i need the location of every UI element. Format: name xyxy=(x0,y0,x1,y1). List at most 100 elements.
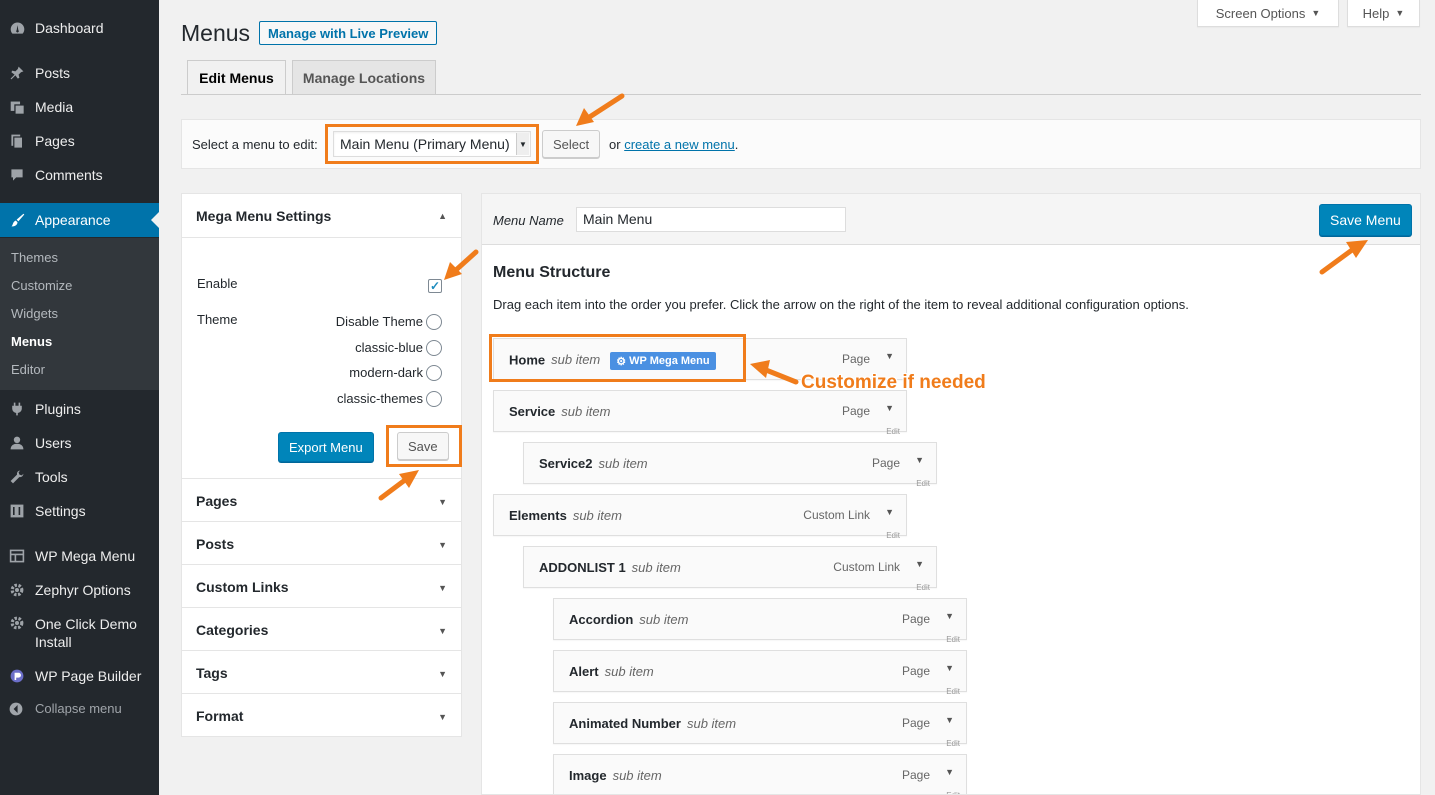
sub-item-label: sub item xyxy=(572,508,622,523)
theme-option-label: modern-dark xyxy=(349,365,423,380)
sidebar-item-posts[interactable]: Posts xyxy=(0,56,159,90)
caret-down-icon[interactable]: ▼ xyxy=(945,611,954,621)
edit-link[interactable]: Edit xyxy=(886,427,900,436)
dashboard-icon xyxy=(8,19,26,37)
or-text: or xyxy=(609,137,621,152)
sidebar-item-tools[interactable]: Tools xyxy=(0,460,159,494)
create-new-menu-link[interactable]: create a new menu xyxy=(624,137,735,152)
accordion-format[interactable]: Format xyxy=(196,708,243,724)
sub-item-label: sub item xyxy=(686,716,737,731)
edit-link[interactable]: Edit xyxy=(946,635,960,644)
live-preview-button[interactable]: Manage with Live Preview xyxy=(259,21,438,45)
edit-link[interactable]: Edit xyxy=(946,739,960,748)
caret-down-icon[interactable]: ▼ xyxy=(945,663,954,673)
menu-item[interactable]: Service sub item Page ▼ Edit xyxy=(493,390,907,436)
collapse-menu-button[interactable]: Collapse menu xyxy=(0,698,159,720)
submenu-item-customize[interactable]: Customize xyxy=(11,278,72,293)
menu-item[interactable]: Accordion sub item Page ▼ Edit xyxy=(553,598,967,644)
sidebar-item-users[interactable]: Users xyxy=(0,426,159,460)
edit-link[interactable]: Edit xyxy=(916,479,930,488)
menu-select-bar: Select a menu to edit: Main Menu (Primar… xyxy=(181,119,1421,169)
caret-down-icon[interactable]: ▼ xyxy=(438,626,447,636)
menu-item[interactable]: ADDONLIST 1 sub item Custom Link ▼ Edit xyxy=(523,546,937,592)
accordion-tags[interactable]: Tags xyxy=(196,665,228,681)
menu-header: Menu Name Main Menu Save Menu xyxy=(482,194,1420,245)
accordion-custom-links[interactable]: Custom Links xyxy=(196,579,289,595)
caret-down-icon: ▼ xyxy=(1395,8,1405,18)
tab-manage-locations[interactable]: Manage Locations xyxy=(292,60,436,95)
submenu-item-menus[interactable]: Menus xyxy=(11,334,52,349)
accordion-posts[interactable]: Posts xyxy=(196,536,234,552)
sidebar-item-wp-mega-menu[interactable]: WP Mega Menu xyxy=(0,539,159,573)
caret-down-icon[interactable]: ▼ xyxy=(885,351,894,361)
export-menu-button[interactable]: Export Menu xyxy=(278,432,374,462)
help-button[interactable]: Help ▼ xyxy=(1347,0,1420,27)
theme-radio-modern-dark[interactable] xyxy=(426,365,442,381)
menu-name-input[interactable]: Main Menu xyxy=(576,207,846,232)
screen-options-button[interactable]: Screen Options ▼ xyxy=(1197,0,1339,27)
caret-down-icon[interactable]: ▼ xyxy=(438,712,447,722)
caret-down-icon[interactable]: ▼ xyxy=(915,455,924,465)
comment-icon xyxy=(8,166,26,184)
sidebar-item-plugins[interactable]: Plugins xyxy=(0,392,159,426)
edit-link[interactable]: Edit xyxy=(946,791,960,794)
menu-select-dropdown[interactable]: Main Menu (Primary Menu) ▼ xyxy=(333,131,531,157)
arrow-annotation-icon xyxy=(576,93,625,126)
menu-item-type: Page xyxy=(871,456,900,470)
sidebar-item-zephyr-options[interactable]: Zephyr Options xyxy=(0,573,159,607)
caret-down-icon[interactable]: ▼ xyxy=(885,403,894,413)
sidebar-item-dashboard[interactable]: Dashboard xyxy=(0,11,159,45)
caret-up-icon[interactable]: ▲ xyxy=(438,211,447,221)
caret-down-icon[interactable]: ▼ xyxy=(945,767,954,777)
edit-link[interactable]: Edit xyxy=(886,531,900,540)
sidebar-item-pages[interactable]: Pages xyxy=(0,124,159,158)
submenu-item-themes[interactable]: Themes xyxy=(11,250,58,265)
select-button[interactable]: Select xyxy=(542,130,601,158)
menu-item[interactable]: Animated Number sub item Page ▼ Edit xyxy=(553,702,967,748)
menu-item-title: Accordion xyxy=(569,612,634,627)
menu-item-type: Page xyxy=(901,716,930,730)
theme-radio-classic-blue[interactable] xyxy=(426,340,442,356)
grid-icon xyxy=(8,547,26,565)
caret-down-icon[interactable]: ▼ xyxy=(438,583,447,593)
menu-item[interactable]: Alert sub item Page ▼ Edit xyxy=(553,650,967,696)
caret-down-icon[interactable]: ▼ xyxy=(438,540,447,550)
sidebar-label: Pages xyxy=(35,133,75,149)
arrow-annotation-icon xyxy=(1319,240,1368,275)
menu-item[interactable]: Image sub item Page ▼ Edit xyxy=(553,754,967,794)
menu-structure-description: Drag each item into the order you prefer… xyxy=(493,297,1189,312)
tab-edit-menus[interactable]: Edit Menus xyxy=(187,60,286,95)
sidebar-item-comments[interactable]: Comments xyxy=(0,158,159,192)
mega-settings-title[interactable]: Mega Menu Settings xyxy=(196,208,331,224)
theme-radio-classic-themes[interactable] xyxy=(426,391,442,407)
caret-down-icon[interactable]: ▼ xyxy=(438,497,447,507)
save-settings-button[interactable]: Save xyxy=(397,432,449,460)
sidebar-item-wp-page-builder[interactable]: WP Page Builder xyxy=(0,659,159,693)
save-menu-button[interactable]: Save Menu xyxy=(1319,204,1412,236)
sidebar-item-appearance[interactable]: Appearance xyxy=(0,203,159,237)
theme-radio-disable[interactable] xyxy=(426,314,442,330)
menu-item[interactable]: Elements sub item Custom Link ▼ Edit xyxy=(493,494,907,540)
sidebar-label: Comments xyxy=(35,167,103,183)
caret-down-icon[interactable]: ▼ xyxy=(945,715,954,725)
menu-item-type: Page xyxy=(901,612,930,626)
caret-down-icon[interactable]: ▼ xyxy=(885,507,894,517)
submenu-item-editor[interactable]: Editor xyxy=(11,362,45,377)
submenu-item-widgets[interactable]: Widgets xyxy=(11,306,58,321)
caret-down-icon[interactable]: ▼ xyxy=(438,669,447,679)
sidebar-label: Plugins xyxy=(35,401,81,417)
sidebar-item-one-click-demo[interactable]: One Click Demo Install xyxy=(0,614,159,650)
paintbrush-icon xyxy=(8,211,26,229)
edit-link[interactable]: Edit xyxy=(916,583,930,592)
caret-down-icon[interactable]: ▼ xyxy=(915,559,924,569)
menu-item[interactable]: Service2 sub item Page ▼ Edit xyxy=(523,442,937,488)
edit-link[interactable]: Edit xyxy=(946,687,960,696)
sidebar-item-settings[interactable]: Settings xyxy=(0,494,159,528)
arrow-annotation-icon xyxy=(444,249,479,280)
wp-mega-menu-badge[interactable]: ⚙ WP Mega Menu xyxy=(610,352,716,370)
sidebar-item-media[interactable]: Media xyxy=(0,90,159,124)
accordion-categories[interactable]: Categories xyxy=(196,622,268,638)
appearance-submenu: Themes Customize Widgets Menus Editor xyxy=(0,238,159,390)
accordion-pages[interactable]: Pages xyxy=(196,493,237,509)
gear-icon xyxy=(8,614,26,632)
